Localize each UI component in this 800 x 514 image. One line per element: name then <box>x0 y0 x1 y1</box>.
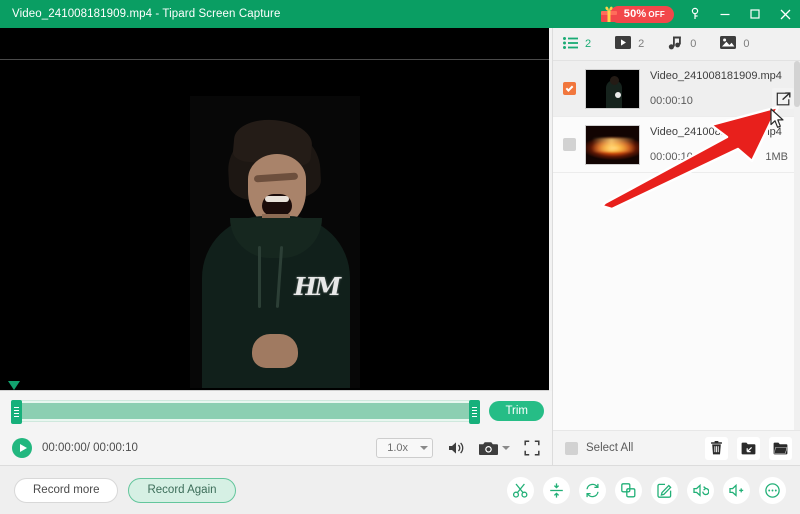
promo-badge[interactable]: 50% OFF <box>609 5 674 23</box>
record-more-button[interactable]: Record more <box>14 477 119 503</box>
file-name: Video_241008175250.mp4 <box>650 126 782 138</box>
more-options-icon[interactable] <box>759 476 786 504</box>
list-icon <box>563 36 578 52</box>
tab-audio[interactable]: 0 <box>668 36 696 53</box>
scrollbar-thumb[interactable] <box>794 61 800 107</box>
fullscreen-icon[interactable] <box>524 440 540 456</box>
trim-button[interactable]: Trim <box>489 401 544 421</box>
volume-icon[interactable] <box>447 440 465 456</box>
list-item[interactable]: Video_241008181909.mp4 00:00:10 <box>553 61 800 117</box>
file-duration: 00:00:10 <box>650 95 693 107</box>
file-size: 1MB <box>765 151 788 163</box>
image-icon <box>720 36 737 52</box>
file-meta: Video_241008175250.mp4 00:00:10 1MB <box>650 126 792 163</box>
file-meta: Video_241008181909.mp4 00:00:10 <box>650 70 792 107</box>
file-name: Video_241008181909.mp4 <box>650 70 782 82</box>
transport-bar: 00:00:00/ 00:00:10 1.0x <box>0 431 552 465</box>
file-thumbnail <box>585 124 640 165</box>
playback-speed-select[interactable]: 1.0x <box>376 438 433 458</box>
sidebar-tabs: 2 2 0 0 <box>553 28 800 61</box>
promo-percent: 50% <box>623 7 647 20</box>
trim-start-handle[interactable] <box>11 400 22 424</box>
editing-tools <box>507 476 786 504</box>
share-export-icon[interactable] <box>772 88 794 109</box>
file-thumbnail <box>585 68 640 109</box>
tab-all-files[interactable]: 2 <box>563 36 592 52</box>
split-icon[interactable] <box>543 476 570 504</box>
tab-videos-count: 2 <box>638 38 645 50</box>
gift-icon <box>599 4 619 24</box>
video-preview[interactable]: HM <box>0 28 549 391</box>
select-all-label: Select All <box>586 442 634 454</box>
export-folder-icon[interactable] <box>737 436 760 460</box>
bottom-toolbar: Record more Record Again <box>0 465 800 514</box>
video-letterbox-top <box>0 28 549 60</box>
sidebar-scrollbar[interactable] <box>794 61 800 430</box>
volume-boost-icon[interactable] <box>723 476 750 504</box>
video-frame: HM <box>190 96 360 388</box>
title-bar: Video_241008181909.mp4 - Tipard Screen C… <box>0 0 800 28</box>
open-folder-icon[interactable] <box>769 436 792 460</box>
hoodie-logo: HM <box>294 272 341 301</box>
chevron-down-icon <box>420 446 428 450</box>
close-button[interactable] <box>770 0 800 28</box>
trash-icon[interactable] <box>705 436 728 460</box>
music-icon <box>668 36 683 53</box>
tab-all-files-count: 2 <box>585 38 592 50</box>
trim-end-handle[interactable] <box>469 400 481 424</box>
select-all-checkbox[interactable] <box>565 441 578 455</box>
list-item[interactable]: Video_241008175250.mp4 00:00:10 1MB <box>553 117 800 173</box>
time-display: 00:00:00/ 00:00:10 <box>42 442 138 454</box>
tab-videos[interactable]: 2 <box>615 36 644 52</box>
tab-images-count: 0 <box>743 38 750 50</box>
merge-icon[interactable] <box>615 476 642 504</box>
convert-icon[interactable] <box>579 476 606 504</box>
minimize-button[interactable] <box>710 0 740 28</box>
sidebar-footer: Select All <box>553 430 800 465</box>
player-pane: HM Trim 00:00:00/ 00:00:10 1.0x <box>0 28 553 465</box>
playback-speed-value: 1.0x <box>387 442 408 454</box>
file-checkbox[interactable] <box>563 138 576 151</box>
camera-icon[interactable] <box>479 441 498 456</box>
timeline-track[interactable] <box>11 400 481 424</box>
play-button[interactable] <box>12 438 32 458</box>
file-list: Video_241008181909.mp4 00:00:10 Video_24… <box>553 61 800 430</box>
file-duration: 00:00:10 <box>650 151 693 163</box>
video-icon <box>615 36 632 52</box>
edit-icon[interactable] <box>651 476 678 504</box>
playhead-marker[interactable] <box>8 381 20 390</box>
file-sidebar: 2 2 0 0 Video_241008181909.mp4 00:00:10 … <box>553 28 800 465</box>
camera-options-chevron-icon[interactable] <box>502 446 510 450</box>
audio-extract-icon[interactable] <box>687 476 714 504</box>
key-icon[interactable] <box>680 0 710 28</box>
timeline-selection <box>17 403 475 419</box>
tab-audio-count: 0 <box>690 38 697 50</box>
app-window: Video_241008181909.mp4 - Tipard Screen C… <box>0 0 800 514</box>
tab-images[interactable]: 0 <box>720 36 750 52</box>
record-again-button[interactable]: Record Again <box>128 477 236 503</box>
cut-icon[interactable] <box>507 476 534 504</box>
file-checkbox[interactable] <box>563 82 576 95</box>
main-body: HM Trim 00:00:00/ 00:00:10 1.0x 2 2 0 0 … <box>0 28 800 465</box>
promo-off: OFF <box>648 9 665 19</box>
promo-banner[interactable]: 50% OFF <box>599 4 674 24</box>
window-title: Video_241008181909.mp4 - Tipard Screen C… <box>12 8 281 20</box>
maximize-button[interactable] <box>740 0 770 28</box>
timeline-bar: Trim <box>0 381 552 431</box>
